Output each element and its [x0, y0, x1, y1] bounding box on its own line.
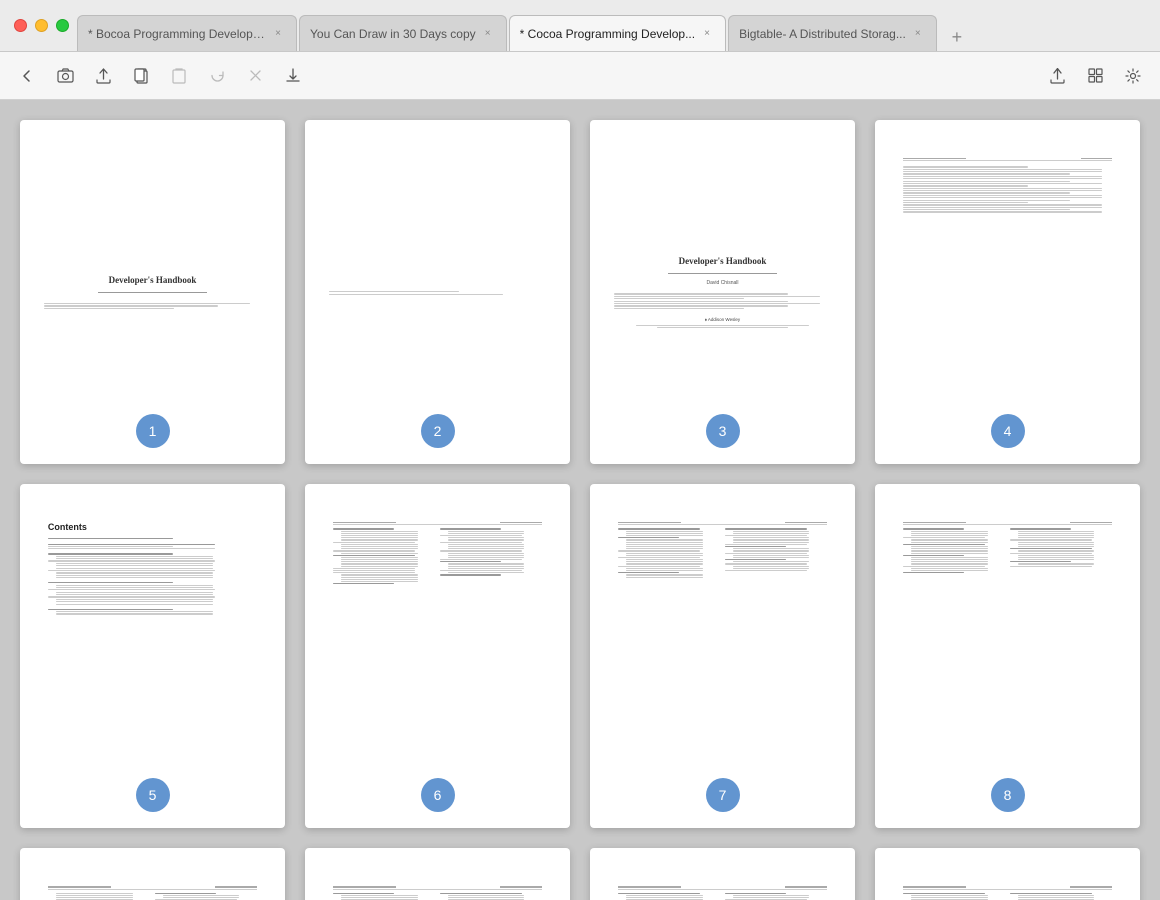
page-8[interactable]: 8 — [875, 484, 1140, 828]
tab-2[interactable]: You Can Draw in 30 Days copy × — [299, 15, 507, 51]
refresh-icon[interactable] — [202, 61, 232, 91]
tab-4[interactable]: Bigtable- A Distributed Storag... × — [728, 15, 937, 51]
tab-4-close[interactable]: × — [910, 26, 926, 42]
page-5[interactable]: Contents — [20, 484, 285, 828]
paste-icon[interactable] — [164, 61, 194, 91]
main-content: Developer's Handbook 1 2 — [0, 100, 1160, 900]
tab-2-close[interactable]: × — [480, 26, 496, 42]
settings-icon[interactable] — [1118, 61, 1148, 91]
maximize-button[interactable] — [56, 19, 69, 32]
page-3-divider — [668, 273, 777, 274]
upload-icon[interactable] — [88, 61, 118, 91]
page-9[interactable]: 9 — [20, 848, 285, 900]
tab-2-title: You Can Draw in 30 Days copy — [310, 27, 476, 41]
page-6[interactable]: 6 — [305, 484, 570, 828]
close-button[interactable] — [14, 19, 27, 32]
tab-3-close[interactable]: × — [699, 26, 715, 42]
back-button[interactable] — [12, 61, 42, 91]
toolbar — [0, 52, 1160, 100]
page-2[interactable]: 2 — [305, 120, 570, 464]
page-4-badge: 4 — [991, 414, 1025, 448]
x-icon[interactable] — [240, 61, 270, 91]
page-3-author: David Chisnall — [707, 280, 739, 286]
copy-icon[interactable] — [126, 61, 156, 91]
page-3[interactable]: Developer's Handbook David Chisnall ⬧ Ad… — [590, 120, 855, 464]
page-3-publisher: ⬧ Addison Wesley — [705, 317, 740, 322]
grid-view-icon[interactable] — [1080, 61, 1110, 91]
toolbar-right — [1042, 61, 1148, 91]
page-3-badge: 3 — [706, 414, 740, 448]
titlebar: * Bocoa Programming Develope... × You Ca… — [0, 0, 1160, 52]
page-4[interactable]: 4 — [875, 120, 1140, 464]
tabs-container: * Bocoa Programming Develope... × You Ca… — [77, 0, 1160, 51]
page-11[interactable]: 11 — [590, 848, 855, 900]
page-1-divider — [98, 292, 207, 293]
page-5-badge: 5 — [136, 778, 170, 812]
page-1-title: Developer's Handbook — [109, 275, 197, 285]
page-6-badge: 6 — [421, 778, 455, 812]
page-1-badge: 1 — [136, 414, 170, 448]
new-tab-button[interactable]: + — [943, 23, 971, 51]
page-1[interactable]: Developer's Handbook 1 — [20, 120, 285, 464]
page-7-badge: 7 — [706, 778, 740, 812]
page-3-title: Developer's Handbook — [679, 256, 767, 266]
page-7[interactable]: 7 — [590, 484, 855, 828]
tab-3[interactable]: * Cocoa Programming Develop... × — [509, 15, 726, 51]
page-5-toc-title: Contents — [48, 522, 257, 532]
tab-3-title: * Cocoa Programming Develop... — [520, 27, 695, 41]
camera-icon[interactable] — [50, 61, 80, 91]
tab-1[interactable]: * Bocoa Programming Develope... × — [77, 15, 297, 51]
page-grid: Developer's Handbook 1 2 — [20, 120, 1140, 900]
tab-4-title: Bigtable- A Distributed Storag... — [739, 27, 906, 41]
page-8-badge: 8 — [991, 778, 1025, 812]
tab-1-title: * Bocoa Programming Develope... — [88, 27, 266, 41]
traffic-lights — [14, 19, 69, 32]
tab-1-close[interactable]: × — [270, 26, 286, 42]
page-2-badge: 2 — [421, 414, 455, 448]
page-12[interactable]: 12 — [875, 848, 1140, 900]
share-icon[interactable] — [1042, 61, 1072, 91]
download-icon[interactable] — [278, 61, 308, 91]
minimize-button[interactable] — [35, 19, 48, 32]
page-10[interactable]: 10 — [305, 848, 570, 900]
